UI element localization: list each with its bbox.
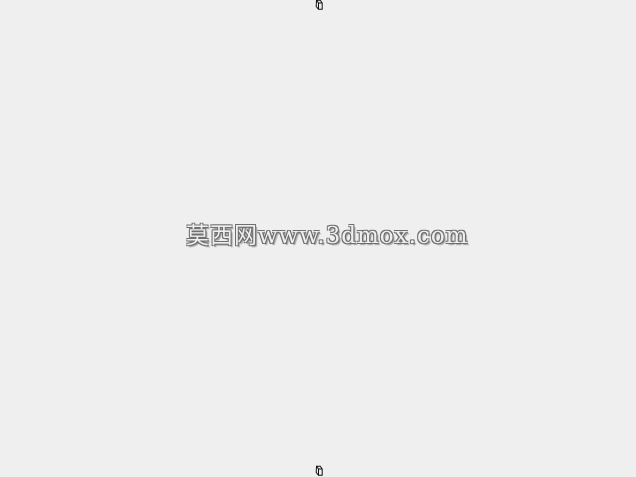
viewport-canvas: 莫西网www.3dmox.com: [0, 0, 636, 476]
cube-marker-icon: [313, 0, 325, 11]
cube-marker-icon: [313, 465, 325, 477]
watermark-text: 莫西网www.3dmox.com: [186, 223, 469, 249]
